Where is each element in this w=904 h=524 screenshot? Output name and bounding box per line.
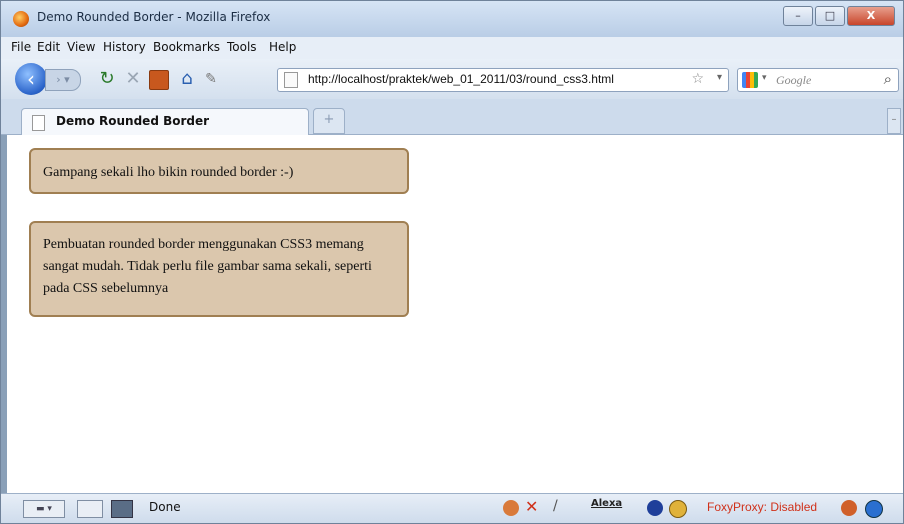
title-bar: Demo Rounded Border - Mozilla Firefox – … bbox=[1, 1, 903, 37]
tab-list-button[interactable]: – bbox=[887, 108, 901, 134]
bookmark-star-icon[interactable]: ☆ bbox=[691, 71, 704, 87]
pencil-icon[interactable]: / bbox=[553, 498, 558, 514]
search-input[interactable]: Google bbox=[776, 73, 811, 88]
window-controls: – □ X bbox=[783, 6, 895, 26]
status-text: Done bbox=[149, 500, 181, 514]
menu-help[interactable]: Help bbox=[269, 40, 296, 54]
block-x-icon[interactable]: ✕ bbox=[525, 497, 538, 516]
forward-button[interactable]: › ▾ bbox=[45, 69, 81, 91]
close-button[interactable]: X bbox=[847, 6, 895, 26]
home-icon[interactable]: ⌂ bbox=[177, 69, 197, 89]
status-toolbar-icon[interactable]: ▬ ▾ bbox=[23, 500, 65, 518]
status-info-icon[interactable] bbox=[865, 500, 883, 518]
tab-bar: Demo Rounded Border + – bbox=[1, 99, 903, 135]
search-bar[interactable]: ▾ Google ⌕ bbox=[737, 68, 899, 92]
rounded-box-1: Gampang sekali lho bikin rounded border … bbox=[29, 148, 409, 194]
firefox-logo-icon bbox=[13, 11, 29, 27]
browser-window: Demo Rounded Border - Mozilla Firefox – … bbox=[0, 0, 904, 524]
page-icon bbox=[32, 115, 45, 131]
maximize-button[interactable]: □ bbox=[815, 6, 845, 26]
new-tab-button[interactable]: + bbox=[313, 108, 345, 134]
alexa-icon[interactable]: Alexa bbox=[591, 498, 622, 514]
page-content: Gampang sekali lho bikin rounded border … bbox=[1, 135, 903, 494]
menu-history[interactable]: History bbox=[103, 40, 146, 54]
url-text[interactable]: http://localhost/praktek/web_01_2011/03/… bbox=[308, 72, 614, 86]
navigation-toolbar: ‹ › ▾ ↻ ✕ ⌂ ✎ http://localhost/praktek/w… bbox=[1, 59, 903, 99]
stop-icon[interactable]: ✕ bbox=[123, 69, 143, 89]
back-button[interactable]: ‹ bbox=[15, 63, 47, 95]
menu-tools[interactable]: Tools bbox=[227, 40, 257, 54]
search-icon[interactable]: ⌕ bbox=[884, 70, 892, 88]
smiley-icon[interactable] bbox=[669, 500, 687, 518]
google-icon[interactable] bbox=[742, 72, 758, 88]
cookie-icon[interactable] bbox=[503, 500, 519, 516]
status-bar: ▬ ▾ Done ✕ / Alexa FoxyProxy: Disabled bbox=[1, 493, 903, 523]
rounded-box-2: Pembuatan rounded border menggunakan CSS… bbox=[29, 221, 409, 317]
window-title: Demo Rounded Border - Mozilla Firefox bbox=[37, 10, 271, 24]
page-icon bbox=[284, 72, 298, 88]
status-display-icon[interactable] bbox=[111, 500, 133, 518]
fox-icon[interactable] bbox=[841, 500, 857, 516]
search-engine-dropdown-icon[interactable]: ▾ bbox=[762, 73, 767, 83]
menu-file[interactable]: File bbox=[11, 40, 31, 54]
url-bar[interactable]: http://localhost/praktek/web_01_2011/03/… bbox=[277, 68, 729, 92]
tools-icon[interactable]: ✎ bbox=[201, 69, 221, 89]
menu-view[interactable]: View bbox=[67, 40, 95, 54]
tab-demo-rounded-border[interactable]: Demo Rounded Border bbox=[21, 108, 309, 135]
menu-bookmarks[interactable]: Bookmarks bbox=[153, 40, 220, 54]
minimize-button[interactable]: – bbox=[783, 6, 813, 26]
menu-edit[interactable]: Edit bbox=[37, 40, 60, 54]
url-dropdown-icon[interactable]: ▾ bbox=[717, 72, 722, 83]
status-window-icon[interactable] bbox=[77, 500, 103, 518]
menu-bar: File Edit View History Bookmarks Tools H… bbox=[1, 37, 903, 59]
foxyproxy-status[interactable]: FoxyProxy: Disabled bbox=[707, 500, 817, 514]
reload-icon[interactable]: ↻ bbox=[97, 69, 117, 89]
addon-icon[interactable] bbox=[149, 69, 169, 91]
globe-icon[interactable] bbox=[647, 500, 663, 516]
tab-label: Demo Rounded Border bbox=[56, 114, 210, 128]
